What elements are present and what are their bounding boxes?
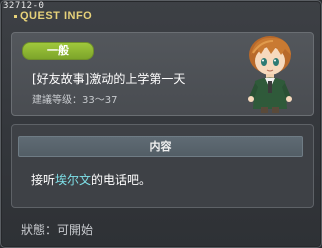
- category-badge: 一般: [22, 42, 94, 60]
- quest-content-panel: 内容 接听埃尔文的电话吧。: [11, 124, 314, 208]
- npc-portrait: [248, 36, 292, 113]
- content-header: 内容: [18, 136, 303, 157]
- level-recommendation: 建議等级：33～37: [32, 95, 118, 106]
- window-title: QUEST INFO: [14, 10, 92, 22]
- description-text-before: 接听: [31, 173, 56, 187]
- description-text-after: 的电话吧。: [91, 173, 152, 187]
- quest-name: [好友故事]激动的上学第一天: [32, 72, 186, 86]
- title-bullet-icon: [14, 14, 17, 18]
- quest-description: 接听埃尔文的电话吧。: [31, 171, 151, 188]
- npc-name-highlight: 埃尔文: [55, 173, 92, 187]
- quest-summary-panel: 一般 [好友故事]激动的上学第一天 建議等级：33～37: [11, 32, 314, 116]
- quest-info-window: 32712-0 QUEST INFO 一般 [好友故事]激动的上学第一天 建議等…: [0, 0, 322, 248]
- quest-status: 狀態：可開始: [21, 223, 94, 237]
- window-title-text: QUEST INFO: [20, 10, 93, 22]
